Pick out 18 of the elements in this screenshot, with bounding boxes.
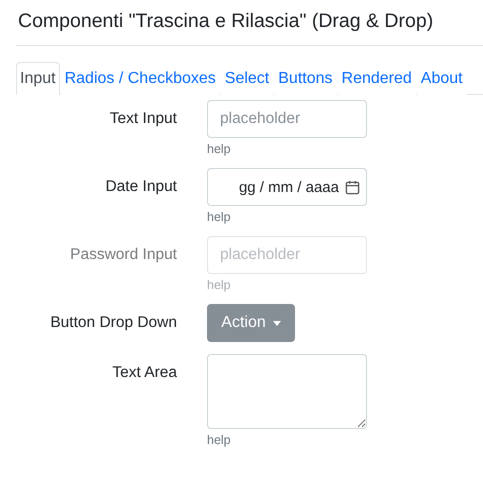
text-input-field[interactable]: placeholder xyxy=(207,100,367,138)
password-input-field[interactable]: placeholder xyxy=(207,236,367,274)
field-label: Text Input xyxy=(108,109,177,129)
field-label: Password Input xyxy=(69,245,177,265)
action-dropdown-button[interactable]: Action xyxy=(207,304,295,342)
tab[interactable]: Input xyxy=(16,62,60,95)
calendar-icon xyxy=(345,180,360,194)
page-title: Componenti "Trascina e Rilascia" (Drag & Drop) xyxy=(18,9,434,34)
help-text: help xyxy=(207,433,231,447)
help-text: help xyxy=(207,210,231,224)
help-text: help xyxy=(207,142,231,156)
field-label: Date Input xyxy=(104,177,177,197)
date-input-field[interactable]: gg / mm / aaaa xyxy=(207,168,367,206)
help-text: help xyxy=(207,278,231,292)
text-area-field[interactable] xyxy=(207,354,367,429)
field-label: Button Drop Down xyxy=(49,313,177,333)
caret-icon xyxy=(272,320,281,326)
field-label: Text Area xyxy=(111,363,177,383)
